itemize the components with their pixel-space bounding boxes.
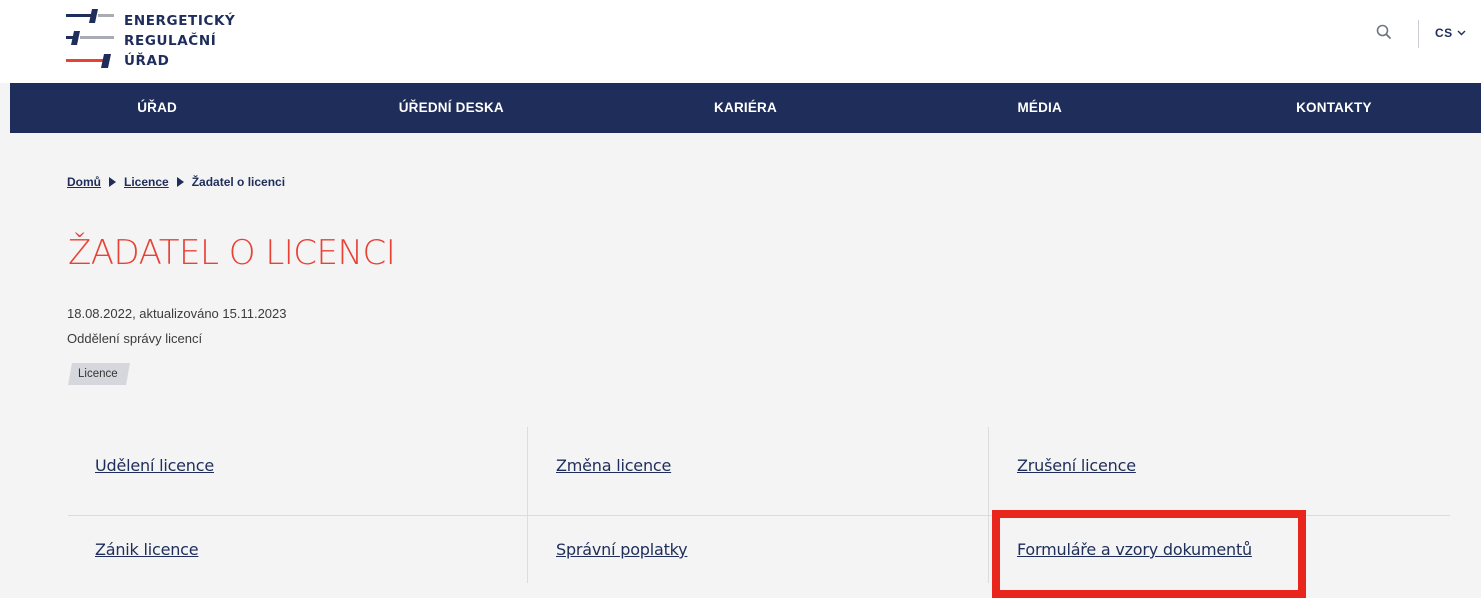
nav-item-media[interactable]: MÉDIA [893,83,1187,133]
logo-line: REGULAČNÍ [124,33,217,49]
breadcrumb-current: Žadatel o licenci [191,175,286,189]
highlight-box [992,510,1306,598]
nav-item-kariera[interactable]: KARIÉRA [598,83,892,133]
logo-line: ENERGETICKÝ [124,13,236,29]
tag-label: Licence [78,368,118,380]
header-tools: CS [1351,0,1481,70]
grid-cell: Správní poplatky [529,427,990,559]
logo-line: ÚŘAD [124,53,170,69]
link-zanik-licence[interactable]: Zánik licence [95,540,199,559]
language-selector[interactable]: CS [1435,26,1466,40]
language-label: CS [1435,26,1453,40]
search-button[interactable] [1376,24,1396,46]
logo-text: ENERGETICKÝ REGULAČNÍ ÚŘAD [124,11,235,71]
page-title: ŽADATEL O LICENCI [68,233,396,273]
nav-item-kontakty[interactable]: KONTAKTY [1187,83,1481,133]
nav-item-urad[interactable]: ÚŘAD [10,83,304,133]
breadcrumb-licence-link[interactable]: Licence [124,175,169,189]
publication-date: 18.08.2022, aktualizováno 15.11.2023 [67,306,287,321]
search-icon [1376,24,1392,40]
chevron-down-icon [1457,30,1466,36]
site-logo[interactable]: ENERGETICKÝ REGULAČNÍ ÚŘAD [66,8,266,78]
nav-item-uredni-deska[interactable]: ÚŘEDNÍ DESKA [304,83,598,133]
department-name: Oddělení správy licencí [67,331,203,346]
breadcrumb-separator-icon [176,177,184,187]
tag-licence[interactable]: Licence [68,363,130,385]
logo-mark-icon [66,9,114,68]
link-spravni-poplatky[interactable]: Správní poplatky [556,540,688,559]
breadcrumb-separator-icon [109,177,116,187]
site-header: ENERGETICKÝ REGULAČNÍ ÚŘAD CS [0,0,1481,83]
grid-cell: Formuláře a vzory dokumentů [990,427,1451,559]
breadcrumb-home-link[interactable]: Domů [67,175,101,189]
breadcrumb: Domů Licence Žadatel o licenci [67,175,285,189]
header-divider [1418,20,1419,48]
main-navigation: ÚŘAD ÚŘEDNÍ DESKA KARIÉRA MÉDIA KONTAKTY [10,83,1481,133]
grid-cell: Zánik licence [68,427,529,559]
